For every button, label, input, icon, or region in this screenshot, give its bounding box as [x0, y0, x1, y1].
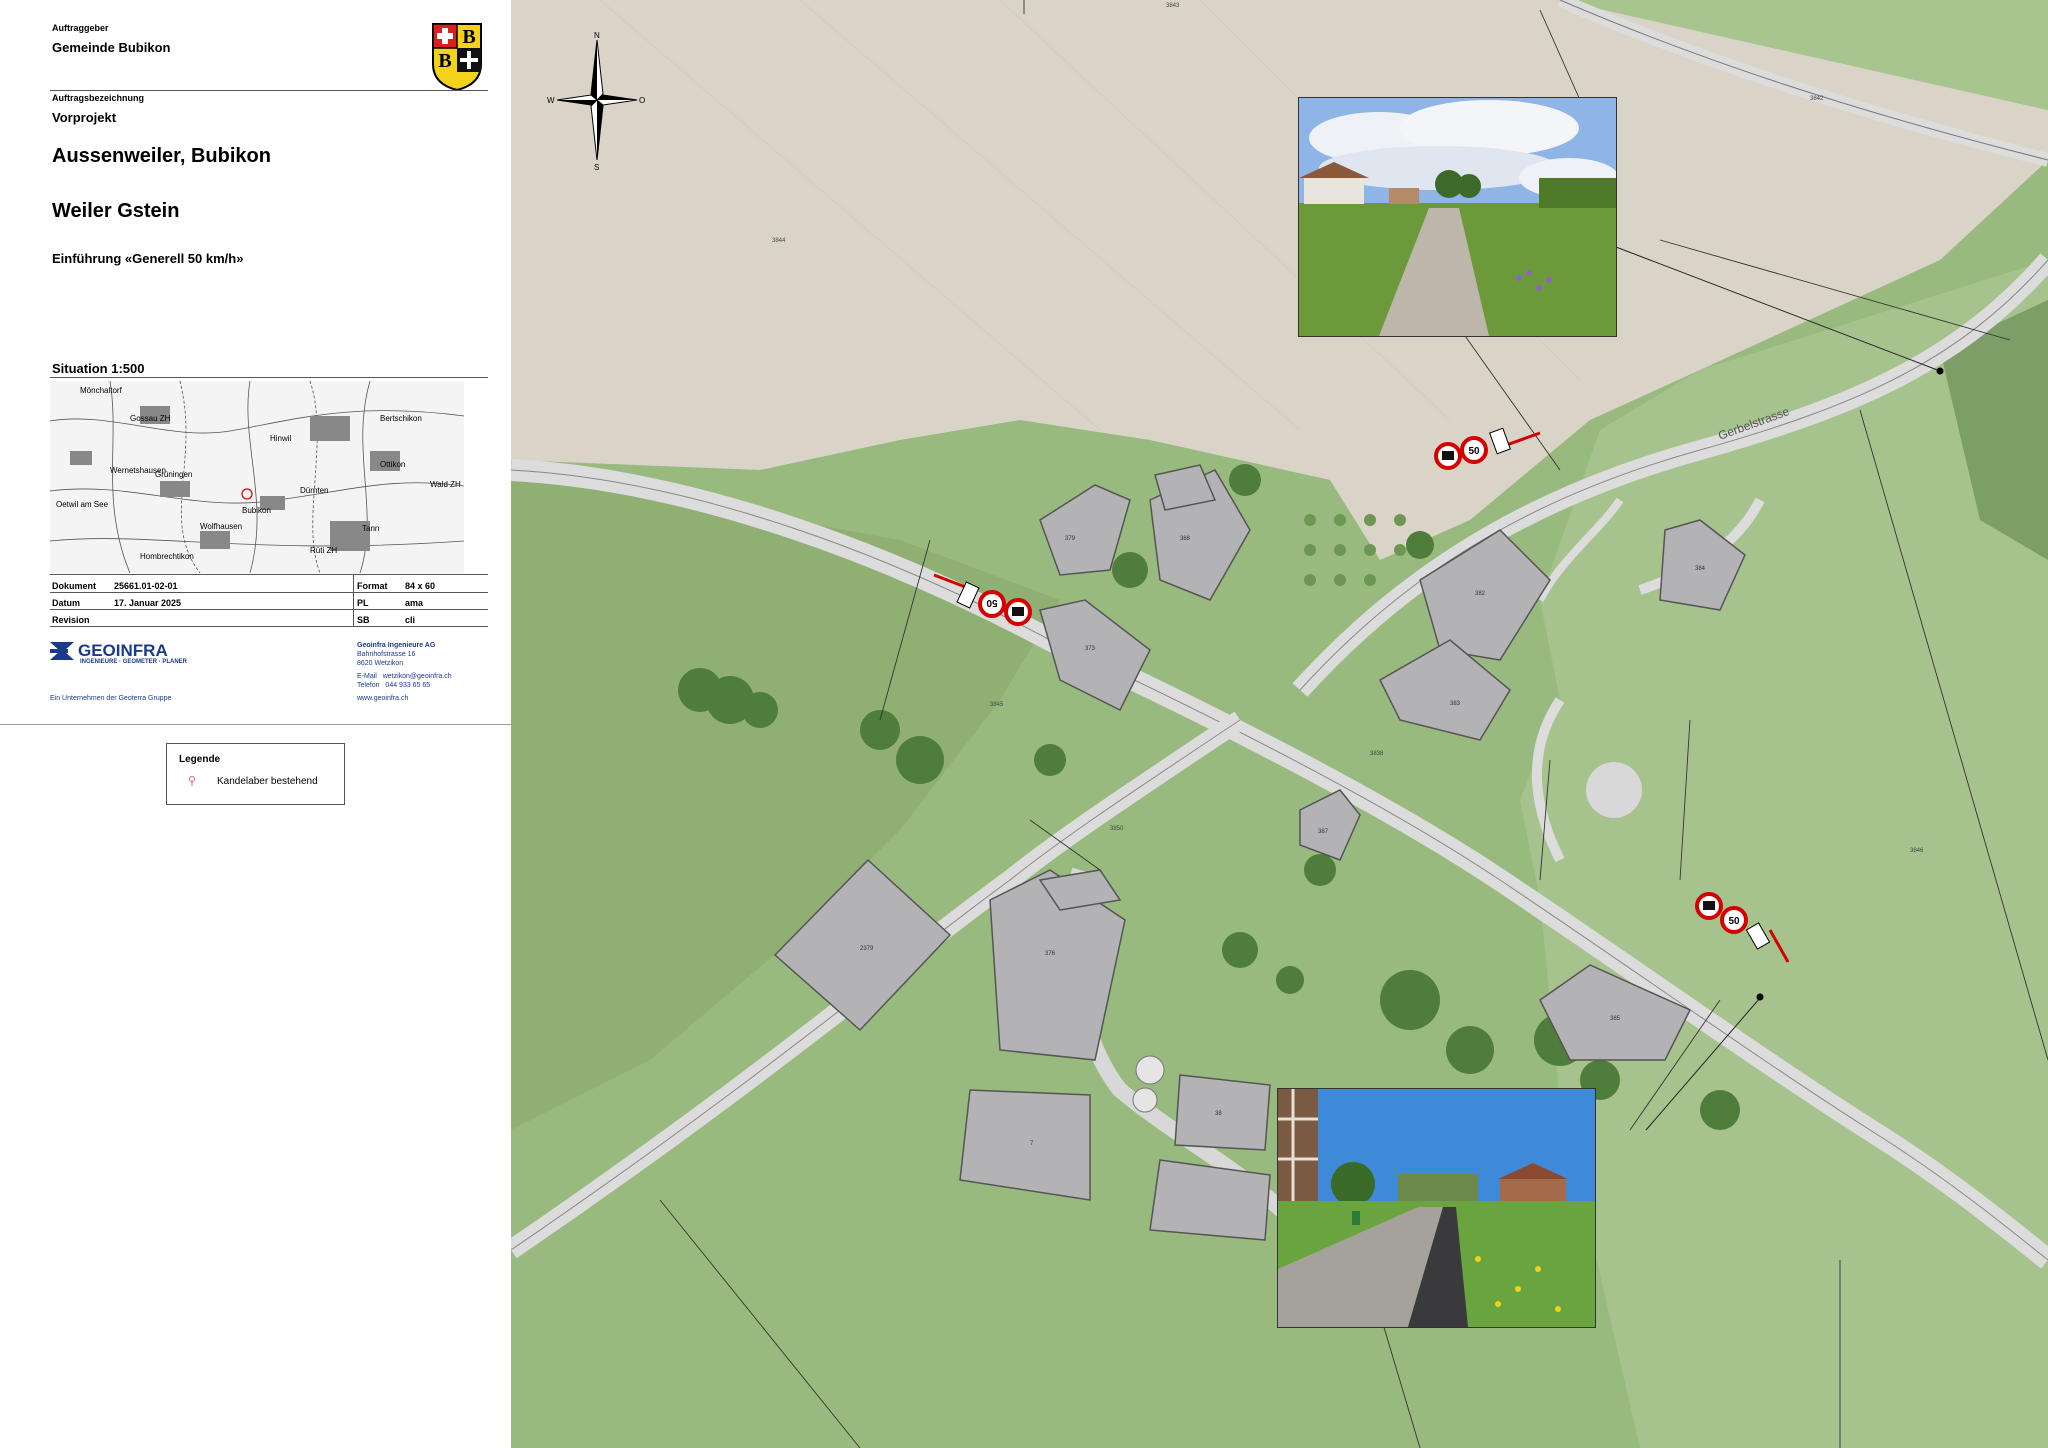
- svg-text:388: 388: [1180, 536, 1191, 542]
- svg-text:379: 379: [1065, 536, 1076, 542]
- place-name: Hombrechtikon: [140, 552, 194, 561]
- speed-value: 50: [986, 597, 998, 608]
- place-name: Mönchaltorf: [80, 386, 123, 395]
- situation-label: Situation 1:500: [52, 361, 145, 376]
- svg-text:2379: 2379: [860, 946, 874, 952]
- logo-name: GEOINFRA: [78, 641, 168, 660]
- place-name: Ottikon: [380, 460, 405, 469]
- place-name: Dürnten: [300, 486, 328, 495]
- company-logo: GEOINFRA: [50, 641, 168, 661]
- legend: Legende Kandelaber bestehend: [166, 743, 345, 805]
- title-block-panel: Auftraggeber Gemeinde Bubikon B B Auftra…: [0, 0, 512, 725]
- order-label: Auftragsbezeichnung: [52, 93, 145, 103]
- svg-text:383: 383: [1450, 701, 1461, 707]
- logo-tagline: INGENIEURE · GEOMETER · PLANER: [80, 659, 188, 665]
- doc-label: Dokument: [52, 581, 97, 591]
- place-name: Gossau ZH: [130, 414, 171, 423]
- sb-value: cli: [405, 615, 416, 625]
- compass-south: S: [594, 163, 599, 172]
- company-website: www.geoinfra.ch: [357, 695, 409, 702]
- pl-value: ama: [405, 598, 424, 608]
- date-value: 17. Januar 2025: [114, 598, 182, 608]
- svg-text:382: 382: [1475, 591, 1486, 597]
- parcel-number: 3845: [990, 702, 1004, 708]
- format-label: Format: [357, 581, 388, 591]
- parcel-number: 3838: [1370, 751, 1384, 757]
- crest-letter-2: B: [438, 50, 451, 72]
- place-name: Rüti ZH: [310, 546, 337, 555]
- municipal-crest-icon: B B: [432, 23, 482, 92]
- place-name: Oetwil am See: [56, 500, 109, 509]
- crest-letter-1: B: [462, 26, 475, 48]
- site-photo-south[interactable]: [1277, 1088, 1596, 1328]
- site-photo-north[interactable]: [1298, 97, 1617, 337]
- compass-east: O: [639, 96, 645, 105]
- client-name: Gemeinde Bubikon: [52, 40, 171, 55]
- company-contact: E-Mail wetzikon@geoinfra.ch Telefon 044 …: [357, 673, 452, 689]
- compass-north: N: [594, 31, 600, 40]
- geoinfra-logo-icon: [50, 642, 74, 660]
- revision-label: Revision: [52, 615, 90, 625]
- client-label: Auftraggeber: [52, 23, 109, 33]
- street-lamp-icon: [189, 776, 195, 786]
- company-address: Geoinfra Ingenieure AG Bahnhofstrasse 16…: [357, 642, 436, 667]
- project-subtitle: Weiler Gstein: [52, 200, 180, 222]
- legend-title: Legende: [179, 754, 221, 765]
- place-name: Bertschikon: [380, 414, 422, 423]
- sb-label: SB: [357, 615, 370, 625]
- pl-label: PL: [357, 598, 369, 608]
- place-name: Hinwil: [270, 434, 292, 443]
- date-label: Datum: [52, 598, 81, 608]
- svg-text:387: 387: [1318, 829, 1329, 835]
- place-name: Bubikon: [242, 506, 271, 515]
- parcel-number: 3843: [1166, 3, 1180, 9]
- overview-map: Mönchaltorf Gossau ZH Hinwil Grüningen D…: [50, 381, 464, 573]
- speed-value: 50: [1468, 446, 1480, 457]
- map-area[interactable]: 379 388 373 382 383 384 387 2379 376 7 38 385 Ge…: [511, 0, 2048, 1448]
- svg-text:373: 373: [1085, 646, 1096, 652]
- order-type: Vorprojekt: [52, 110, 117, 125]
- legend-item: Kandelaber bestehend: [187, 775, 318, 787]
- doc-value: 25661.01-02-01: [114, 581, 178, 591]
- parcel-number: 3842: [1810, 96, 1824, 102]
- format-value: 84 x 60: [405, 581, 436, 591]
- project-description: Einführung «Generell 50 km/h»: [52, 251, 244, 266]
- svg-text:385: 385: [1610, 1016, 1621, 1022]
- group-note: Ein Unternehmen der Geoterra Gruppe: [50, 695, 172, 702]
- place-name: Wald ZH: [430, 480, 461, 489]
- place-name: Wolfhausen: [200, 522, 242, 531]
- parcel-number: 3850: [1110, 826, 1124, 832]
- project-title: Aussenweiler, Bubikon: [52, 145, 271, 167]
- svg-text:376: 376: [1045, 951, 1056, 957]
- speed-value: 50: [1728, 916, 1740, 927]
- compass-west: W: [547, 96, 555, 105]
- parcel-number: 3846: [1910, 848, 1924, 854]
- svg-text:384: 384: [1695, 566, 1706, 572]
- svg-text:38: 38: [1215, 1111, 1222, 1117]
- place-name: Tann: [362, 524, 379, 533]
- parcel-number: 3844: [772, 238, 786, 244]
- place-name: Wernetshausen: [110, 466, 166, 475]
